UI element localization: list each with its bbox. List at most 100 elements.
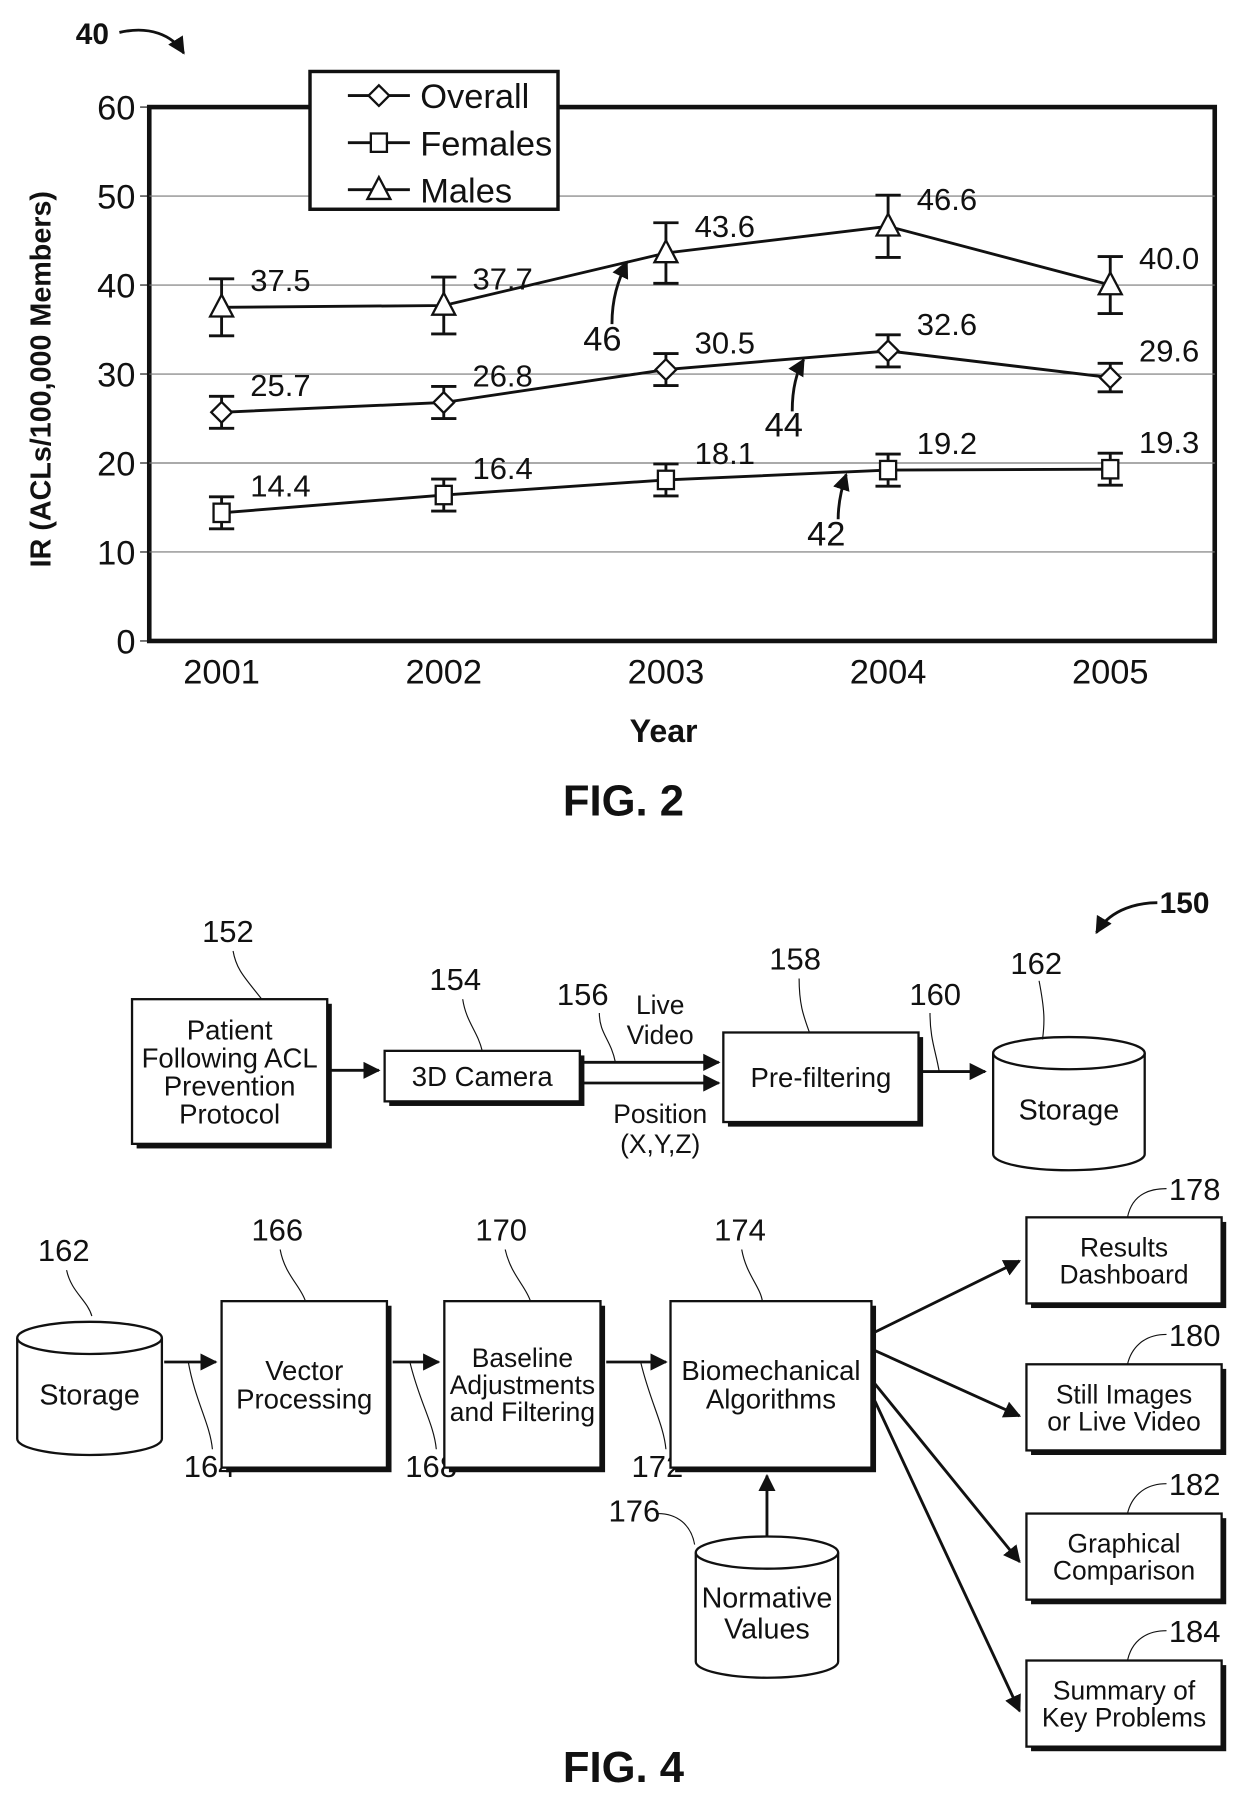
reference-number: 162 [38, 1233, 90, 1268]
cylinder-label: Storage [39, 1379, 139, 1411]
block-graphical-comparison: GraphicalComparison [1025, 1512, 1227, 1605]
box-label: Key Problems [1042, 1703, 1206, 1733]
reference-number: 182 [1169, 1467, 1221, 1502]
box-label: Pre-filtering [751, 1062, 892, 1093]
fig4-caption: FIG. 4 [563, 1744, 685, 1792]
box-label: Comparison [1053, 1556, 1195, 1586]
cylinder-top [16, 1320, 164, 1356]
reference-number: 156 [557, 977, 609, 1012]
x-tick-label: 2005 [1072, 653, 1149, 691]
box-label: Vector [265, 1355, 343, 1386]
data-label: 32.6 [917, 307, 977, 342]
leader-line [279, 1249, 306, 1302]
box-label: Prevention [164, 1070, 296, 1101]
block-patient: PatientFollowing ACLPreventionProtocol [130, 998, 332, 1149]
box-label: Still Images [1056, 1379, 1192, 1409]
data-label: 26.8 [472, 358, 532, 393]
reference-number: 154 [429, 962, 481, 997]
y-tick-label: 60 [97, 90, 135, 128]
data-label: 46.6 [917, 182, 977, 217]
x-axis-label: Year [630, 713, 698, 749]
leader-line [1038, 980, 1045, 1040]
data-label: 14.4 [250, 469, 310, 504]
reference-number: 152 [202, 914, 254, 949]
data-label: 18.1 [695, 436, 755, 471]
leader-line [462, 999, 483, 1051]
legend: Overall Females Males [308, 69, 560, 211]
block-pre-filtering: Pre-filtering [722, 1031, 924, 1127]
live-video-label: Video [627, 1020, 694, 1050]
leader-line [657, 1512, 696, 1545]
arrow-to-results [874, 1259, 1022, 1334]
y-tick-label: 20 [97, 446, 135, 484]
legend-label: Overall [420, 78, 529, 116]
leader-line [66, 1270, 93, 1317]
leader-line [741, 1249, 763, 1302]
y-axis-label: IR (ACLs/100,000 Members) [26, 191, 58, 567]
reference-number: 180 [1169, 1318, 1221, 1353]
data-label: 37.7 [472, 261, 532, 296]
x-tick-label: 2004 [850, 653, 927, 691]
reference-number: 184 [1169, 1614, 1221, 1649]
series-ref-number: 44 [765, 407, 803, 445]
cylinder-label: Values [724, 1614, 810, 1646]
patent-figures-sheet: 40 0 10 20 30 40 50 60 2001 2002 2003 2004 2005 25.7… [16, 18, 1227, 1792]
square-marker [434, 484, 453, 506]
block-storage-bottom: Storage [16, 1320, 164, 1457]
y-tick-label: 30 [97, 357, 135, 395]
data-label: 43.6 [695, 209, 755, 244]
block-still-images: Still Imagesor Live Video [1025, 1363, 1227, 1455]
reference-number: 162 [1010, 946, 1062, 981]
arrow-to-summary [873, 1400, 1021, 1713]
legend-label: Females [420, 125, 552, 163]
square-marker [656, 469, 676, 491]
y-tick-label: 50 [97, 179, 135, 217]
block-3d-camera: 3D Camera [383, 1049, 585, 1106]
data-label: 25.7 [250, 368, 310, 403]
reference-number: 170 [475, 1212, 527, 1247]
leader-line [598, 1012, 616, 1063]
leader-line [640, 1361, 667, 1450]
box-label: Results [1080, 1232, 1168, 1262]
block-biomechanical-algorithms: BiomechanicalAlgorithms [669, 1300, 877, 1473]
arrow-to-still-images [874, 1349, 1022, 1418]
reference-number: 174 [714, 1212, 766, 1247]
box-label: Summary of [1053, 1676, 1196, 1706]
leader-line [504, 1249, 531, 1302]
block-normative-values: NormativeValues [694, 1535, 840, 1679]
block-baseline-adjustments: BaselineAdjustmentsand Filtering [443, 1300, 606, 1473]
square-marker [1101, 458, 1120, 480]
leader-line [798, 978, 810, 1033]
block-results-dashboard: ResultsDashboard [1025, 1216, 1227, 1309]
box-label: Protocol [179, 1099, 280, 1130]
box-label: Dashboard [1059, 1259, 1188, 1289]
position-label: (X,Y,Z) [620, 1129, 700, 1159]
cylinder-label: Normative [702, 1583, 833, 1615]
data-label: 16.4 [472, 451, 532, 486]
cylinder-top [992, 1035, 1146, 1071]
arrow-to-graphical [873, 1382, 1021, 1564]
fig2-ref-number: 40 [76, 18, 109, 51]
x-tick-label: 2002 [405, 653, 482, 691]
reference-number: 160 [909, 977, 961, 1012]
block-storage-top: Storage [992, 1035, 1146, 1172]
square-marker [369, 132, 389, 153]
y-tick-label: 10 [97, 535, 135, 573]
data-label: 37.5 [250, 263, 310, 298]
position-label: Position [613, 1099, 707, 1129]
fig4-flowchart: PatientFollowing ACLPreventionProtocol 15… [16, 914, 1227, 1752]
reference-number: 178 [1169, 1172, 1221, 1207]
leader-line [929, 1012, 940, 1072]
block-vector-processing: VectorProcessing [220, 1300, 392, 1473]
reference-number: 166 [251, 1212, 303, 1247]
leader-line [409, 1361, 437, 1450]
box-label: Adjustments [450, 1370, 595, 1400]
square-marker [212, 502, 231, 524]
box-label: Biomechanical [681, 1355, 860, 1386]
leader-line [187, 1361, 213, 1450]
fig2-ref-arrow [119, 28, 185, 55]
box-label: or Live Video [1047, 1406, 1201, 1436]
leader-line [1126, 1630, 1167, 1661]
leader-line [232, 950, 263, 1000]
x-tick-label: 2003 [628, 653, 705, 691]
